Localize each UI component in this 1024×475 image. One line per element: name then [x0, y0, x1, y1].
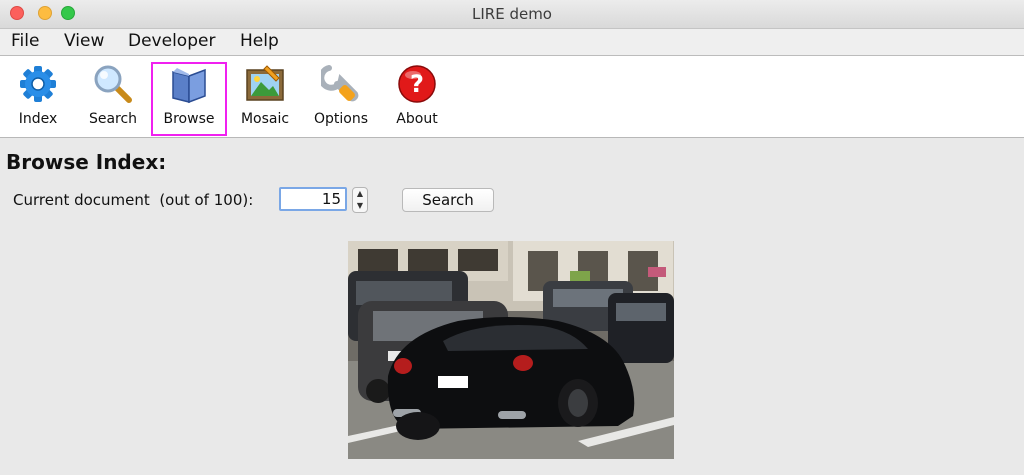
menu-help[interactable]: Help [240, 31, 279, 51]
title-bar: LIRE demo [0, 0, 1024, 29]
current-document-label: Current document (out of 100): [13, 191, 254, 209]
car-photo-illustration [348, 241, 674, 459]
toolbar: Index Search Browse Mosaic Options ? Abo… [0, 56, 1024, 138]
book-icon [172, 68, 206, 104]
magnifier-icon [94, 65, 132, 103]
mosaic-button-label: Mosaic [240, 111, 290, 127]
window-title: LIRE demo [472, 5, 552, 23]
browse-button-label: Browse [163, 111, 215, 127]
options-button-label: Options [313, 111, 369, 127]
gear-icon [20, 66, 56, 102]
index-button[interactable]: Index [0, 62, 76, 136]
about-button-label: About [396, 111, 438, 127]
search-button[interactable]: Search [402, 188, 494, 212]
about-button[interactable]: ? About [379, 62, 455, 136]
help-icon: ? [398, 65, 436, 103]
menu-bar: File View Developer Help [0, 29, 1024, 56]
document-image [348, 241, 674, 459]
mosaic-button[interactable]: Mosaic [227, 62, 303, 136]
current-document-field[interactable] [279, 187, 347, 211]
search-toolbar-button[interactable]: Search [75, 62, 151, 136]
svg-text:?: ? [410, 70, 424, 98]
wrench-icon [321, 65, 359, 102]
stepper-up-icon[interactable]: ▲ [353, 188, 367, 200]
index-button-label: Index [18, 111, 58, 127]
page-title: Browse Index: [6, 150, 167, 174]
document-stepper[interactable]: ▲ ▼ [352, 187, 368, 213]
picture-icon [246, 65, 284, 101]
browse-button[interactable]: Browse [151, 62, 227, 136]
options-button[interactable]: Options [303, 62, 379, 136]
menu-view[interactable]: View [64, 31, 104, 51]
menu-file[interactable]: File [11, 31, 39, 51]
search-toolbar-button-label: Search [88, 111, 138, 127]
stepper-down-icon[interactable]: ▼ [353, 200, 367, 212]
menu-developer[interactable]: Developer [128, 31, 215, 51]
